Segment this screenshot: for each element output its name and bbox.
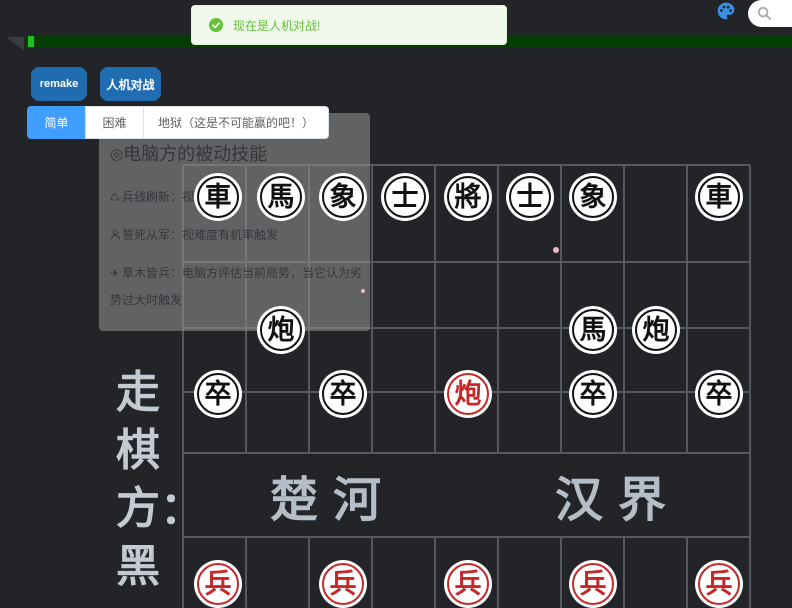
piece-label: 車 [705,181,733,213]
piece-label: 象 [329,181,357,213]
piece-label: 兵 [454,568,482,600]
user-icon [110,223,122,249]
target-icon [110,142,123,165]
piece-label: 馬 [579,314,607,346]
plane-icon [110,261,122,287]
check-circle-icon [209,18,223,32]
piece-red-soldier[interactable]: 兵 [695,560,743,608]
river-label-right: 汉界 [555,472,682,528]
piece-black-chariot[interactable]: 車 [695,173,743,221]
piece-black-advisor[interactable]: 士 [381,173,429,221]
piece-label: 士 [391,181,419,213]
piece-black-cannon[interactable]: 炮 [257,306,305,354]
petal-decoration [361,289,365,293]
skill-item: 草木皆兵：电脑方评估当前局势，当它认为劣势过大时触发 [110,260,362,313]
toast-notification: 现在是人机对战! [191,5,507,45]
piece-label: 車 [204,181,232,213]
piece-red-soldier[interactable]: 兵 [319,560,367,608]
piece-black-horse[interactable]: 馬 [569,306,617,354]
skill-text: 兵线刷新：视 [122,190,195,204]
piece-red-soldier[interactable]: 兵 [194,560,242,608]
piece-label: 兵 [329,568,357,600]
piece-black-general[interactable]: 將 [444,173,492,221]
difficulty-selector: 简单 困难 地狱（这是不可能赢的吧！） [27,106,329,139]
piece-black-cannon[interactable]: 炮 [632,306,680,354]
piece-label: 將 [454,181,482,213]
piece-black-advisor[interactable]: 士 [506,173,554,221]
piece-black-elephant[interactable]: 象 [569,173,617,221]
piece-label: 炮 [642,314,670,346]
piece-label: 炮 [454,378,482,410]
piece-label: 馬 [267,181,295,213]
piece-label: 兵 [579,568,607,600]
piece-label: 兵 [204,568,232,600]
piece-label: 士 [516,181,544,213]
passive-skills-panel: 电脑方的被动技能 兵线刷新：视 誓死从军：视难度有机率触发 草木皆兵：电脑方评估… [99,113,370,331]
turn-side: 黑 [116,541,160,592]
piece-red-soldier[interactable]: 兵 [444,560,492,608]
piece-black-elephant[interactable]: 象 [319,173,367,221]
panel-title: 电脑方的被动技能 [110,142,370,165]
difficulty-option-hard[interactable]: 困难 [85,106,144,139]
piece-label: 象 [579,181,607,213]
piece-black-soldier[interactable]: 卒 [569,370,617,418]
skill-item: 誓死从军：视难度有机率触发 [110,222,362,249]
piece-black-chariot[interactable]: 車 [194,173,242,221]
piece-label: 卒 [204,378,232,410]
piece-label: 卒 [329,378,357,410]
piece-black-soldier[interactable]: 卒 [695,370,743,418]
piece-red-soldier[interactable]: 兵 [569,560,617,608]
piece-label: 卒 [705,378,733,410]
skill-text: 誓死从军：视难度有机率触发 [122,228,279,242]
toast-message: 现在是人机对战! [233,18,321,33]
piece-red-cannon[interactable]: 炮 [444,370,492,418]
recycle-icon [110,185,122,211]
piece-label: 炮 [267,314,295,346]
river-label-left: 楚河 [270,472,397,528]
petal-decoration [553,247,559,253]
panel-title-text: 电脑方的被动技能 [123,143,268,164]
difficulty-option-hell[interactable]: 地狱（这是不可能赢的吧！） [143,106,329,139]
difficulty-option-easy[interactable]: 简单 [27,106,86,139]
piece-black-soldier[interactable]: 卒 [194,370,242,418]
skill-text: 草木皆兵：电脑方评估当前局势，当它认为劣势过大时触发 [110,266,363,307]
piece-black-soldier[interactable]: 卒 [319,370,367,418]
piece-label: 兵 [705,568,733,600]
piece-label: 卒 [579,378,607,410]
turn-indicator: 走棋方：黑 [116,364,204,596]
piece-black-horse[interactable]: 馬 [257,173,305,221]
